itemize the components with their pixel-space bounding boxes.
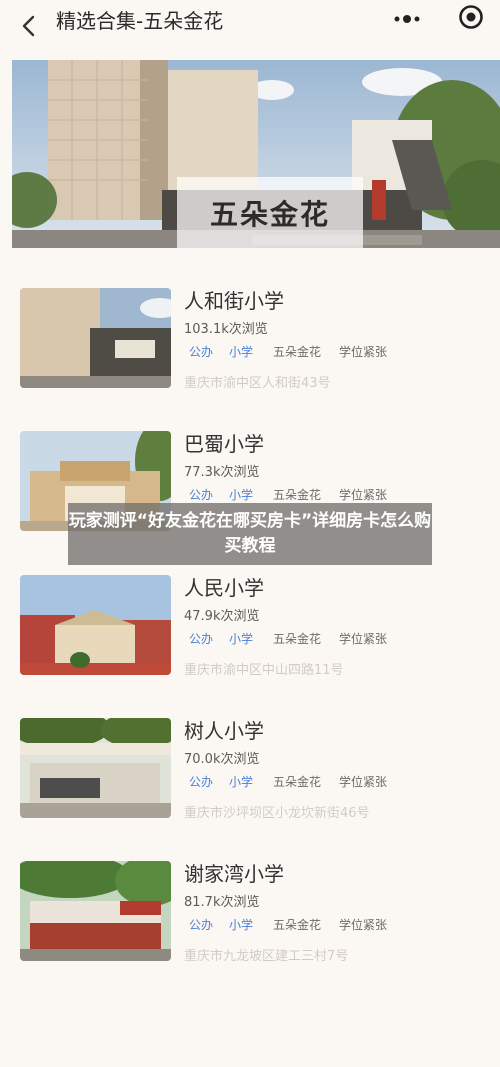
school-tag: 学位紧张 — [339, 775, 388, 789]
collection-banner[interactable]: 五朵金花 — [12, 60, 500, 248]
school-tag: 学位紧张 — [339, 632, 388, 646]
overlay-caption: 玩家测评“好友金花在哪买房卡”详细房卡怎么购买教程 — [68, 503, 432, 565]
school-address: 重庆市九龙坡区建工三村7号 — [184, 949, 349, 964]
school-tag: 小学 — [229, 488, 254, 502]
school-thumbnail — [20, 288, 171, 388]
school-tag: 五朵金花 — [273, 632, 322, 646]
school-tag: 小学 — [229, 775, 254, 789]
school-tag: 五朵金花 — [273, 918, 322, 932]
school-tag: 学位紧张 — [339, 488, 388, 502]
school-address: 重庆市沙坪坝区小龙坎新街46号 — [184, 806, 370, 821]
school-address: 重庆市渝中区人和街43号 — [184, 376, 331, 391]
school-tag: 公办 — [189, 345, 214, 359]
school-tag: 学位紧张 — [339, 345, 388, 359]
school-list-item[interactable]: 人民小学 47.9k次浏览 公办 小学 五朵金花 学位紧张 重庆市渝中区中山四路11号 — [0, 575, 500, 685]
school-thumbnail — [20, 861, 171, 961]
view-count: 103.1k次浏览 — [184, 322, 268, 337]
school-tag: 五朵金花 — [273, 345, 322, 359]
view-count: 47.9k次浏览 — [184, 609, 260, 624]
school-tag: 五朵金花 — [273, 488, 322, 502]
school-list-item[interactable]: 人和街小学 103.1k次浏览 公办 小学 五朵金花 学位紧张 重庆市渝中区人和街43… — [0, 288, 500, 398]
school-list-item[interactable]: 谢家湾小学 81.7k次浏览 公办 小学 五朵金花 学位紧张 重庆市九龙坡区建工三村7… — [0, 861, 500, 971]
banner-title: 五朵金花 — [177, 177, 363, 248]
school-thumbnail — [20, 718, 171, 818]
school-address: 重庆市渝中区中山四路11号 — [184, 663, 344, 678]
page-title: 精选合集-五朵金花 — [56, 9, 224, 33]
back-arrow-icon[interactable] — [18, 14, 42, 38]
school-name: 树人小学 — [184, 719, 264, 743]
school-tag: 公办 — [189, 775, 214, 789]
more-dots-icon[interactable] — [392, 12, 426, 26]
school-tag: 学位紧张 — [339, 918, 388, 932]
top-nav-bar: 精选合集-五朵金花 — [0, 0, 500, 56]
school-name: 人民小学 — [184, 576, 264, 600]
school-list-item[interactable]: 树人小学 70.0k次浏览 公办 小学 五朵金花 学位紧张 重庆市沙坪坝区小龙坎新街4… — [0, 718, 500, 828]
view-count: 81.7k次浏览 — [184, 895, 260, 910]
view-count: 77.3k次浏览 — [184, 465, 260, 480]
school-tag: 五朵金花 — [273, 775, 322, 789]
view-count: 70.0k次浏览 — [184, 752, 260, 767]
school-tag: 小学 — [229, 345, 254, 359]
school-tag: 公办 — [189, 632, 214, 646]
school-thumbnail — [20, 575, 171, 675]
school-name: 谢家湾小学 — [184, 862, 284, 886]
school-name: 巴蜀小学 — [184, 432, 264, 456]
close-miniprogram-icon[interactable] — [458, 4, 484, 30]
overlay-text: 玩家测评“好友金花在哪买房卡”详细房卡怎么购买教程 — [68, 511, 432, 556]
school-tag: 小学 — [229, 918, 254, 932]
school-name: 人和街小学 — [184, 289, 284, 313]
school-tag: 小学 — [229, 632, 254, 646]
school-tag: 公办 — [189, 918, 214, 932]
school-tag: 公办 — [189, 488, 214, 502]
